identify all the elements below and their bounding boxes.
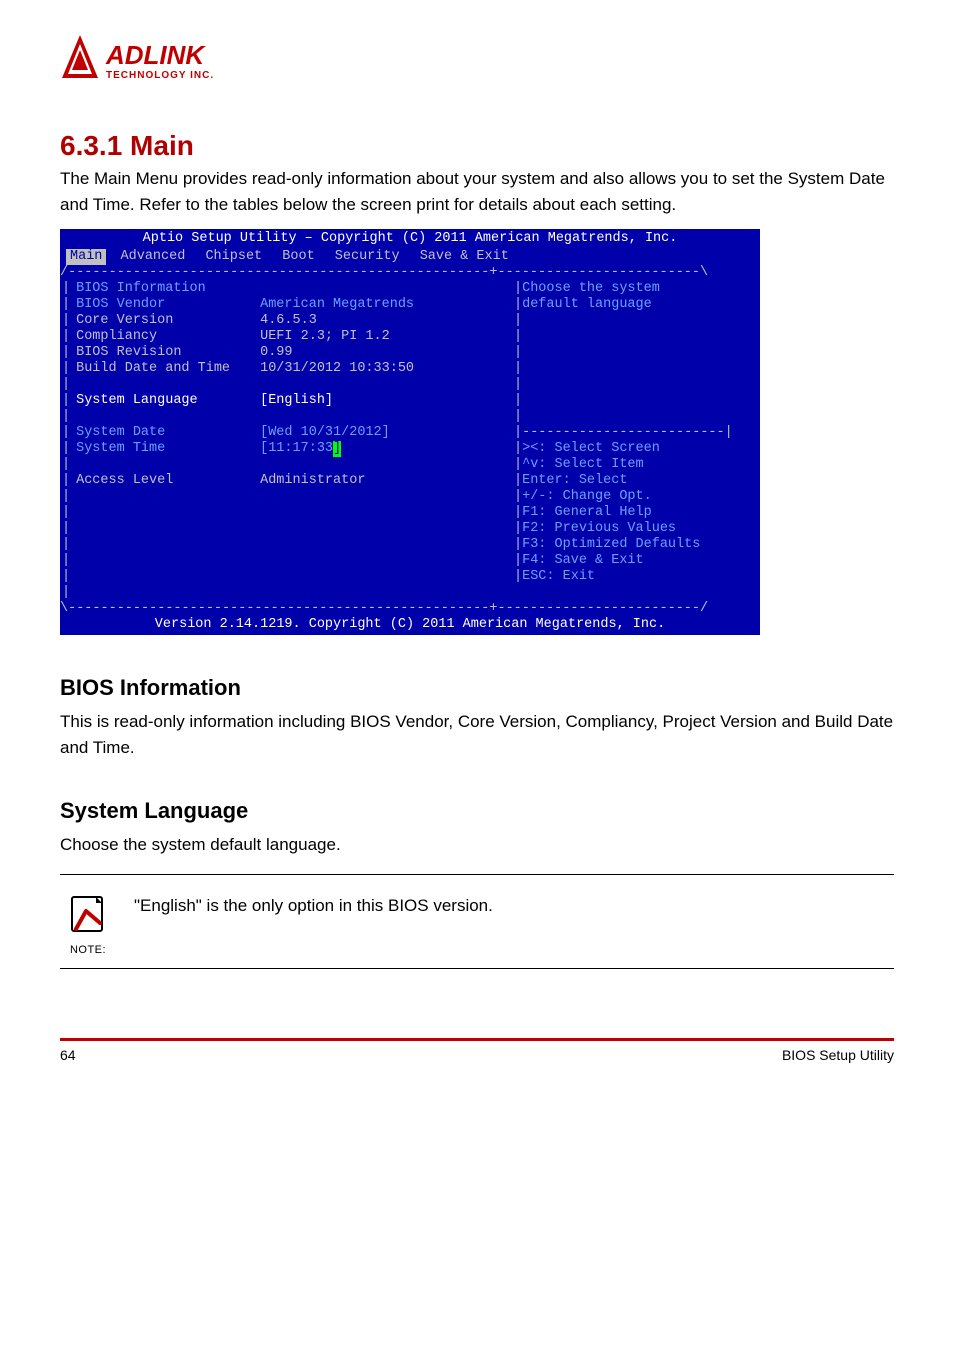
help-k6: F2: Previous Values <box>522 521 676 536</box>
bios-comp-label: Compliancy <box>70 329 260 345</box>
bios-lang-label[interactable]: System Language <box>70 393 260 409</box>
bios-screen: Aptio Setup Utility – Copyright (C) 2011… <box>60 229 760 635</box>
bios-builddate-label: Build Date and Time <box>70 361 260 377</box>
note-rule-bottom <box>60 968 894 969</box>
help-k8: F4: Save & Exit <box>522 553 644 568</box>
help-k4: +/-: Change Opt. <box>522 489 652 504</box>
bios-core-label: Core Version <box>70 313 260 329</box>
help-k9: ESC: Exit <box>522 569 595 584</box>
note-rule-top <box>60 874 894 875</box>
help-k1: ><: Select Screen <box>522 441 660 456</box>
bios-time-value[interactable]: [11:17:33] <box>260 441 341 457</box>
logo-text-bottom: TECHNOLOGY INC. <box>106 70 214 81</box>
bios-footer: Version 2.14.1219. Copyright (C) 2011 Am… <box>60 617 760 635</box>
bios-title-bar: Aptio Setup Utility – Copyright (C) 2011… <box>60 229 760 249</box>
bios-info-title: BIOS Information <box>70 281 260 297</box>
bios-access-value: Administrator <box>260 473 365 489</box>
bios-rev-value: 0.99 <box>260 345 292 361</box>
page-number: 64 <box>60 1047 76 1063</box>
para-syslang: Choose the system default language. <box>60 832 894 858</box>
heading-syslang: System Language <box>60 798 894 824</box>
tab-chipset[interactable]: Chipset <box>199 249 268 265</box>
tab-advanced[interactable]: Advanced <box>115 249 192 265</box>
footer-title: BIOS Setup Utility <box>782 1047 894 1063</box>
bios-access-label: Access Level <box>70 473 260 489</box>
bios-tabs: Main Advanced Chipset Boot Security Save… <box>60 249 760 265</box>
footer-rule <box>60 1038 894 1041</box>
bios-border-bottom: \---------------------------------------… <box>60 601 760 617</box>
bios-vendor-label: BIOS Vendor <box>70 297 260 313</box>
para-bios-info: This is read-only information including … <box>60 709 894 762</box>
logo-text-top: ADLINK <box>105 40 206 70</box>
bios-rev-label: BIOS Revision <box>70 345 260 361</box>
bios-core-value: 4.6.5.3 <box>260 313 317 329</box>
tab-main[interactable]: Main <box>66 249 106 265</box>
heading-bios-info: BIOS Information <box>60 675 894 701</box>
note-icon: NOTE: <box>60 893 116 956</box>
note-block: NOTE: "English" is the only option in th… <box>60 874 894 969</box>
note-text: "English" is the only option in this BIO… <box>134 893 493 919</box>
help-k2: ^v: Select Item <box>522 457 644 472</box>
help-k5: F1: General Help <box>522 505 652 520</box>
bios-lang-value[interactable]: [English] <box>260 393 333 409</box>
help-k3: Enter: Select <box>522 473 627 488</box>
bios-time-label[interactable]: System Time <box>70 441 260 457</box>
bios-vendor-value: American Megatrends <box>260 297 414 313</box>
bios-builddate-value: 10/31/2012 10:33:50 <box>260 361 414 377</box>
note-label: NOTE: <box>60 944 116 956</box>
bios-date-label[interactable]: System Date <box>70 425 260 441</box>
bios-comp-value: UEFI 2.3; PI 1.2 <box>260 329 390 345</box>
help-l1: Choose the system <box>522 281 660 296</box>
help-k7: F3: Optimized Defaults <box>522 537 700 552</box>
help-divider: |-------------------------| <box>514 425 758 441</box>
bios-main-pane: |BIOS Information |BIOS VendorAmerican M… <box>60 281 512 601</box>
bios-help-pane: |Choose the system |default language | |… <box>512 281 760 601</box>
section-heading: 6.3.1 Main <box>60 130 894 162</box>
brand-logo: ADLINK TECHNOLOGY INC. <box>60 30 894 90</box>
bios-cursor: ] <box>333 441 341 457</box>
bios-date-value[interactable]: [Wed 10/31/2012] <box>260 425 390 441</box>
tab-save-exit[interactable]: Save & Exit <box>414 249 515 265</box>
tab-boot[interactable]: Boot <box>276 249 320 265</box>
section-intro: The Main Menu provides read-only informa… <box>60 166 894 217</box>
bios-border-top: /---------------------------------------… <box>60 265 760 281</box>
help-l2: default language <box>522 297 652 312</box>
tab-security[interactable]: Security <box>329 249 406 265</box>
